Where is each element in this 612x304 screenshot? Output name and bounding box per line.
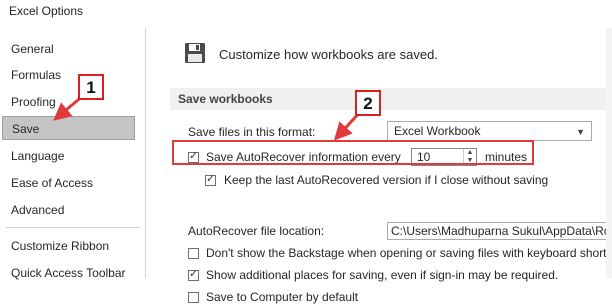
save-to-computer-label: Save to Computer by default [206,290,359,304]
save-to-computer-checkbox[interactable] [188,292,199,303]
callout-1-badge: 1 [78,74,104,100]
callout-2-badge: 2 [355,90,381,116]
annotation-arrows [53,93,362,141]
